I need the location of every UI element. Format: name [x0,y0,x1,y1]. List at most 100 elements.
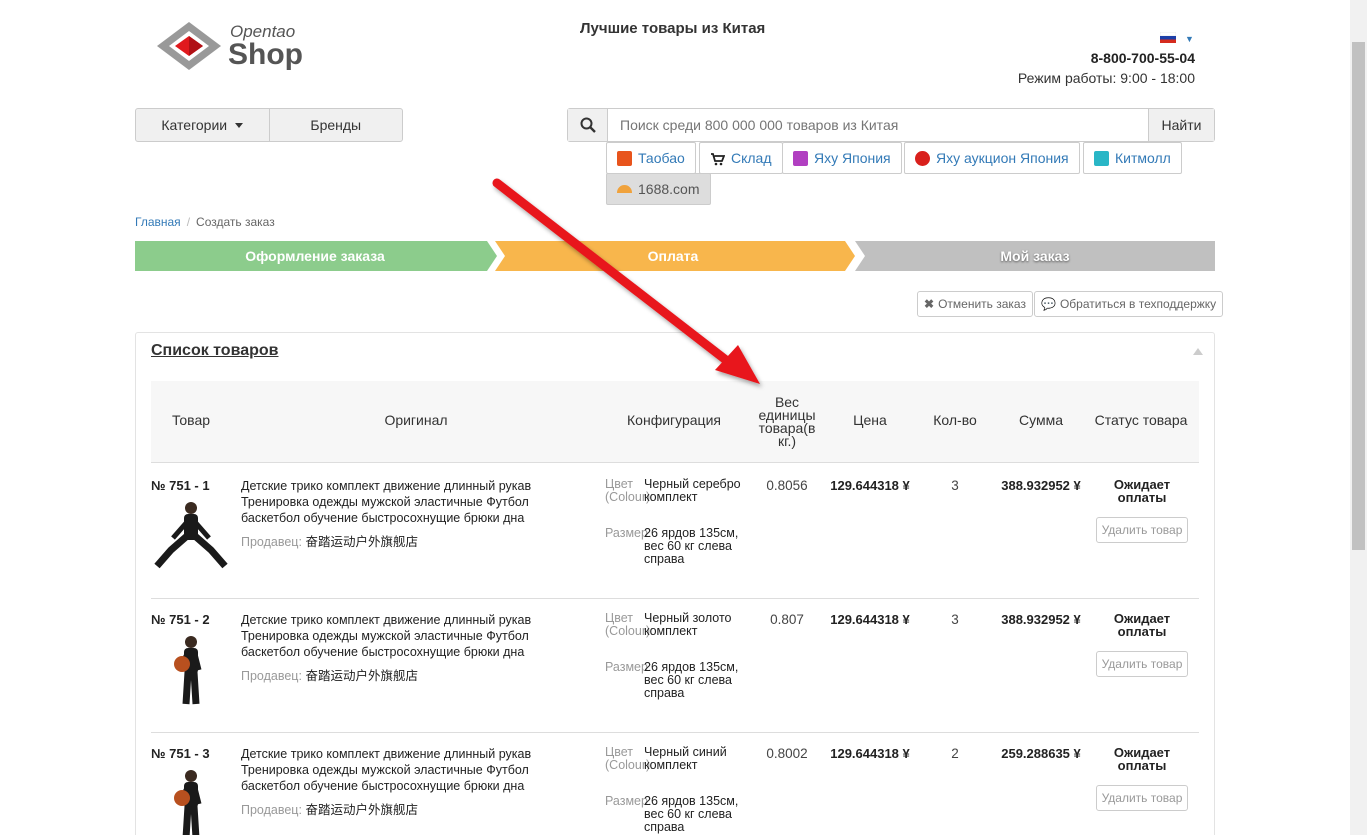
item-status: Ожидает оплаты [1113,745,1171,773]
seller-info: Продавец: 奋踏运动户外旗舰店 [241,802,571,818]
order-steps: Оформление заказа Оплата Мой заказ [135,241,1215,271]
product-image[interactable] [151,500,231,572]
search-button[interactable]: Найти [1148,109,1214,141]
close-icon: ✖ [924,297,935,311]
source-label: Яху Япония [814,150,891,166]
item-sum: 388.932952 ¥ [1001,478,1081,493]
color-label: Цвет (Colour): [605,477,654,504]
categories-label: Категории [161,117,228,133]
header-weight: Вес единицы товара(в кг.) [758,394,816,449]
item-status: Ожидает оплаты [1113,611,1171,639]
item-number: № 751 - 1 [151,478,210,493]
category-nav: Категории Бренды [135,108,403,142]
caret-down-icon [235,122,244,128]
header-sum: Сумма [1019,412,1063,428]
cart-icon [711,152,725,165]
phone-number: 8-800-700-55-04 [1090,50,1195,66]
logo-text-main: Shop [228,38,303,71]
step-checkout: Оформление заказа [245,248,385,264]
search-input[interactable] [608,109,1148,141]
delete-item-button[interactable]: Удалить товар [1096,785,1188,811]
search-bar: Найти [567,108,1215,142]
header-item: Товар [171,412,211,428]
site-tagline: Лучшие товары из Китая [580,20,766,37]
header-config: Конфигурация [627,412,721,428]
item-status: Ожидает оплаты [1113,477,1171,505]
taobao-icon [617,150,632,166]
seller-label: Продавец: [241,669,302,683]
source-label: Склад [731,150,772,166]
source-tab-tmall[interactable]: Китмолл [1083,142,1182,174]
cancel-order-button[interactable]: ✖ Отменить заказ [917,291,1033,317]
source-tab-taobao[interactable]: Таобао [606,142,696,174]
brands-button[interactable]: Бренды [268,109,403,141]
color-value: Черный золото комплект [644,611,732,638]
header-status: Статус товара [1094,412,1188,428]
header-price: Цена [853,412,887,428]
language-dropdown-icon[interactable]: ▼ [1185,34,1194,44]
product-title-link[interactable]: Детские трико комплект движение длинный … [241,746,571,794]
1688-icon [617,185,632,193]
item-weight: 0.807 [770,612,804,627]
source-tab-yahoo-auction[interactable]: Яху аукцион Япония [904,142,1080,174]
header-qty: Кол-во [933,412,977,428]
delete-item-button[interactable]: Удалить товар [1096,651,1188,677]
item-quantity: 3 [951,612,959,627]
size-label: Размер: [605,794,652,808]
step-my-order: Мой заказ [1000,248,1070,264]
seller-name[interactable]: 奋踏运动户外旗舰店 [305,535,418,549]
breadcrumb-home[interactable]: Главная [135,215,181,229]
support-button[interactable]: 💬 Обратиться в техподдержку [1034,291,1224,317]
source-tab-yahoo-japan[interactable]: Яху Япония [782,142,902,174]
russia-flag-icon[interactable] [1160,32,1176,43]
scrollbar-thumb[interactable] [1352,42,1365,550]
item-sum: 259.288635 ¥ [1001,746,1081,761]
color-label: Цвет (Colour): [605,611,654,638]
item-weight: 0.8056 [766,478,808,493]
item-price: 129.644318 ¥ [830,478,910,493]
source-label: 1688.com [638,181,700,197]
seller-label: Продавец: [241,803,302,817]
categories-button[interactable]: Категории [136,109,269,141]
source-tab-1688[interactable]: 1688.com [606,173,711,205]
item-price: 129.644318 ¥ [830,612,910,627]
item-sum: 388.932952 ¥ [1001,612,1081,627]
item-quantity: 3 [951,478,959,493]
product-image[interactable] [151,634,231,706]
item-quantity: 2 [951,746,959,761]
color-value: Черный серебро комплект [644,477,741,504]
source-label: Яху аукцион Япония [936,150,1069,166]
source-tab-warehouse[interactable]: Склад [699,142,783,174]
panel-title[interactable]: Список товаров [151,342,278,360]
size-label: Размер: [605,660,652,674]
search-icon[interactable] [568,109,608,141]
size-value: 26 ярдов 135см, вес 60 кг слева справа [644,660,739,700]
product-title-link[interactable]: Детские трико комплект движение длинный … [241,612,571,660]
breadcrumb-separator: / [186,215,191,229]
breadcrumb-current: Создать заказ [196,215,275,229]
seller-name[interactable]: 奋踏运动户外旗舰店 [305,669,418,683]
row-separator [151,732,1199,733]
tmall-icon [1094,150,1109,166]
color-value: Черный синий комплект [644,745,727,772]
table-header: Товар Оригинал Конфигурация Вес единицы … [151,381,1199,463]
row-separator [151,598,1199,599]
comment-icon: 💬 [1041,297,1056,311]
item-number: № 751 - 2 [151,612,210,627]
seller-info: Продавец: 奋踏运动户外旗舰店 [241,534,571,550]
support-label: Обратиться в техподдержку [1059,297,1217,311]
size-value: 26 ярдов 135см, вес 60 кг слева справа [644,526,739,566]
product-image[interactable] [151,768,231,835]
source-label: Таобао [638,150,685,166]
product-title-link[interactable]: Детские трико комплект движение длинный … [241,478,571,526]
seller-name[interactable]: 奋踏运动户外旗舰店 [305,803,418,817]
cancel-order-label: Отменить заказ [938,297,1026,311]
size-value: 26 ярдов 135см, вес 60 кг слева справа [644,794,739,834]
size-label: Размер: [605,526,652,540]
item-number: № 751 - 3 [151,746,210,761]
yahoo-icon [793,150,808,166]
seller-info: Продавец: 奋踏运动户外旗舰店 [241,668,571,684]
step-payment: Оплата [647,248,699,264]
delete-item-button[interactable]: Удалить товар [1096,517,1188,543]
collapse-icon[interactable] [1193,348,1203,355]
